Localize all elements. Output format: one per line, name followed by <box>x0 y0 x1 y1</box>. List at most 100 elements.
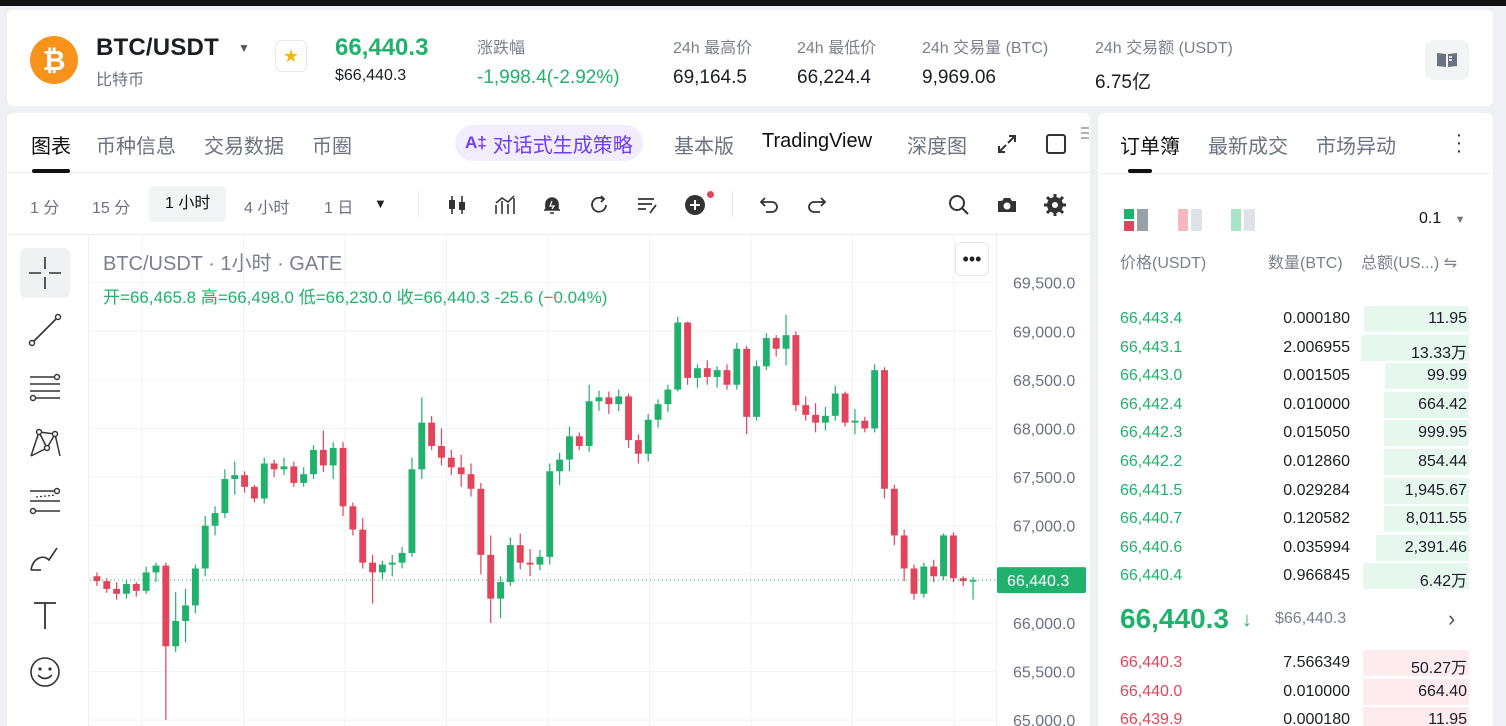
alert-icon[interactable] <box>540 193 564 217</box>
stat-label: 涨跌幅 <box>477 40 526 57</box>
chart-canvas[interactable]: 69,500.0 69,000.0 68,500.0 68,000.0 67,500.0… <box>90 235 1090 726</box>
ask-total: 13.33万 <box>1410 344 1467 362</box>
precision-select[interactable]: 0.1 ▼ <box>1419 210 1465 228</box>
y-axis-tick-label: 69,000.0 <box>1013 324 1075 341</box>
view-bids-icon[interactable] <box>1178 209 1202 231</box>
tab-latest-trades[interactable]: 最新成交 <box>1208 130 1288 159</box>
view-asks-icon[interactable] <box>1231 209 1255 231</box>
timeframe-4h[interactable]: 4 小时 <box>244 194 289 218</box>
candle-body <box>575 436 583 446</box>
tab-market-moves[interactable]: 市场异动 <box>1316 130 1396 159</box>
emoji-icon[interactable] <box>20 647 70 697</box>
ask-row[interactable]: 66,441.5 0.029284 1,945.67 <box>1098 477 1493 505</box>
candle-body <box>457 467 465 475</box>
col-header-price: 价格(USDT) <box>1120 255 1207 272</box>
drawing-list-icon[interactable] <box>635 193 659 217</box>
undo-icon[interactable] <box>757 193 781 217</box>
ai-strategy-button[interactable]: A‡ 对话式生成策略 <box>455 125 643 161</box>
search-icon[interactable] <box>947 193 971 217</box>
current-price-label: 66,440.3 <box>1007 573 1069 590</box>
tab-basic-view[interactable]: 基本版 <box>674 130 734 159</box>
drag-handle-icon[interactable] <box>1080 126 1090 144</box>
kebab-menu-icon[interactable]: · · · <box>1455 125 1463 161</box>
timeframe-dropdown-icon[interactable]: ▼ <box>374 196 387 211</box>
tab-coin-info[interactable]: 币种信息 <box>96 130 176 159</box>
swap-icon[interactable]: ⇋ <box>1444 255 1457 272</box>
stat-label: 24h 交易额 (USDT) <box>1095 40 1233 57</box>
pattern-icon[interactable] <box>20 419 70 469</box>
settings-icon[interactable] <box>1043 193 1067 217</box>
brush-icon[interactable] <box>20 533 70 583</box>
col-header-total[interactable]: 总额(US...) ⇋ <box>1361 249 1457 273</box>
candle-type-icon[interactable] <box>445 193 469 217</box>
ask-row[interactable]: 66,440.6 0.035994 2,391.46 <box>1098 534 1493 562</box>
favorite-star-icon[interactable]: ★ <box>275 40 307 72</box>
ask-row[interactable]: 66,442.2 0.012860 854.44 <box>1098 448 1493 476</box>
square-icon[interactable] <box>1045 133 1067 155</box>
bitcoin-logo-icon: ₿ <box>30 36 78 84</box>
candle-body <box>241 475 249 487</box>
pair-selector[interactable]: BTC/USDT <box>96 34 219 62</box>
measure-icon[interactable] <box>20 476 70 526</box>
candle-body <box>940 535 947 577</box>
bid-row[interactable]: 66,439.9 0.000180 11.95 <box>1098 706 1493 726</box>
candle-body <box>349 506 357 530</box>
candle-body <box>378 564 386 573</box>
add-indicator-icon[interactable] <box>683 193 707 217</box>
fib-icon[interactable] <box>20 362 70 412</box>
chart-toolbar: 1 分 15 分 1 小时 4 小时 1 日 ▼ <box>7 173 1090 235</box>
ask-price: 66,443.0 <box>1120 367 1183 385</box>
tab-chart[interactable]: 图表 <box>31 130 71 159</box>
ask-total: 854.44 <box>1418 453 1467 470</box>
candle-body <box>418 422 426 470</box>
timeframe-1m[interactable]: 1 分 <box>30 194 59 218</box>
ask-price: 66,443.1 <box>1120 338 1183 356</box>
bid-row[interactable]: 66,440.3 7.566349 50.27万 <box>1098 649 1493 677</box>
candlestick-chart[interactable]: 69,500.0 69,000.0 68,500.0 68,000.0 67,500.0… <box>90 235 1090 726</box>
crosshair-icon[interactable] <box>20 248 70 298</box>
y-axis-tick-label: 65,000.0 <box>1013 713 1075 726</box>
ask-quantity: 0.000180 <box>1283 310 1350 327</box>
timeframe-15m[interactable]: 15 分 <box>92 194 130 218</box>
last-price: 66,440.3 <box>335 34 429 61</box>
tab-coin-circle[interactable]: 币圈 <box>312 130 352 159</box>
camera-icon[interactable] <box>995 193 1019 217</box>
ask-row[interactable]: 66,442.4 0.010000 664.42 <box>1098 391 1493 419</box>
expand-icon[interactable] <box>996 133 1018 155</box>
ask-row[interactable]: 66,443.4 0.000180 11.95 <box>1098 305 1493 333</box>
ask-row[interactable]: 66,442.3 0.015050 999.95 <box>1098 419 1493 447</box>
order-book-panel: 订单簿 最新成交 市场异动 · · · 0.1 ▼ 价格(USDT) 数量(BTC)… <box>1098 113 1493 726</box>
book-icon[interactable] <box>1425 40 1469 80</box>
indicator-icon[interactable] <box>493 193 517 217</box>
ask-row[interactable]: 66,443.1 2.006955 13.33万 <box>1098 334 1493 362</box>
ask-row[interactable]: 66,443.0 0.001505 99.99 <box>1098 362 1493 390</box>
y-axis-tick-label: 68,500.0 <box>1013 373 1075 390</box>
chevron-right-icon[interactable]: › <box>1448 606 1455 632</box>
tab-depth-chart[interactable]: 深度图 <box>907 130 967 159</box>
ask-total: 11.95 <box>1428 310 1467 327</box>
candle-body <box>959 578 967 582</box>
replay-icon[interactable] <box>587 193 611 217</box>
tab-order-book[interactable]: 订单簿 <box>1120 130 1180 159</box>
more-icon[interactable]: ••• <box>955 242 989 276</box>
tab-tradingview[interactable]: TradingView <box>762 130 872 153</box>
candle-body <box>693 368 701 378</box>
trend-line-icon[interactable] <box>20 305 70 355</box>
text-icon[interactable] <box>20 590 70 640</box>
bid-total: 50.27万 <box>1410 660 1467 677</box>
notification-dot <box>707 191 714 198</box>
timeframe-1d[interactable]: 1 日 <box>324 194 353 218</box>
ask-row[interactable]: 66,440.7 0.120582 8,011.55 <box>1098 505 1493 533</box>
tab-trade-data[interactable]: 交易数据 <box>204 130 284 159</box>
ask-row[interactable]: 66,440.4 0.966845 6.42万 <box>1098 562 1493 590</box>
y-axis-tick-label: 67,500.0 <box>1013 470 1075 487</box>
chevron-down-icon[interactable]: ▼ <box>238 41 250 55</box>
redo-icon[interactable] <box>805 193 829 217</box>
timeframe-1h[interactable]: 1 小时 <box>149 186 227 222</box>
bid-row[interactable]: 66,440.0 0.010000 664.40 <box>1098 678 1493 706</box>
candle-body <box>900 535 908 569</box>
candle-body <box>497 582 504 599</box>
bid-quantity: 0.000180 <box>1283 711 1350 726</box>
view-both-icon[interactable] <box>1124 209 1148 231</box>
candle-body <box>329 447 337 466</box>
